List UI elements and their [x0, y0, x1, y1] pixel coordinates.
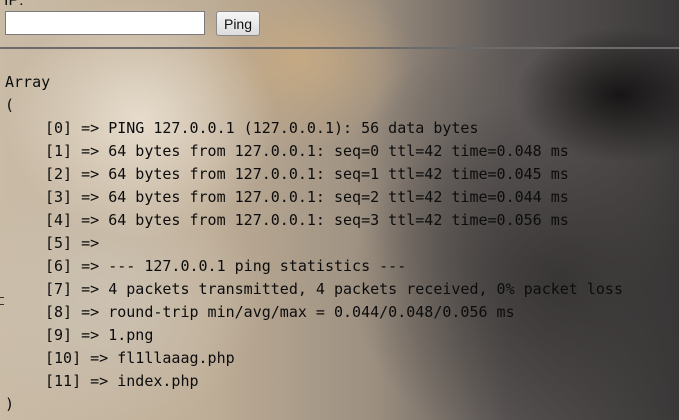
output-entry: [11] => index.php	[45, 372, 199, 390]
page-content: IP: Ping Array ( [0] => PING 127.0.0.1 (12…	[0, 0, 679, 420]
resize-handle-icon	[0, 297, 4, 305]
output-line-open-paren: (	[5, 96, 15, 114]
ip-label: IP:	[4, 0, 24, 9]
output-entry: [10] => fl1llaaag.php	[45, 349, 235, 367]
output-entry: [4] => 64 bytes from 127.0.0.1: seq=3 tt…	[45, 211, 569, 229]
ping-output: Array ( [0] => PING 127.0.0.1 (127.0.0.1):…	[5, 71, 623, 416]
output-entry: [7] => 4 packets transmitted, 4 packets …	[45, 280, 623, 298]
output-entry: [5] =>	[45, 234, 100, 252]
ip-input[interactable]	[5, 11, 205, 35]
output-line-array: Array	[5, 73, 51, 91]
output-entry: [2] => 64 bytes from 127.0.0.1: seq=1 tt…	[45, 165, 569, 183]
output-line-close-paren: )	[5, 395, 15, 413]
ping-button[interactable]: Ping	[216, 11, 260, 36]
output-entry: [3] => 64 bytes from 127.0.0.1: seq=2 tt…	[45, 188, 569, 206]
output-entry: [8] => round-trip min/avg/max = 0.044/0.…	[45, 303, 515, 321]
output-entry: [1] => 64 bytes from 127.0.0.1: seq=0 tt…	[45, 142, 569, 160]
output-entry: [9] => 1.png	[45, 326, 154, 344]
output-entry: [0] => PING 127.0.0.1 (127.0.0.1): 56 da…	[45, 119, 479, 137]
output-entry: [6] => --- 127.0.0.1 ping statistics ---	[45, 257, 407, 275]
horizontal-rule	[0, 47, 679, 49]
